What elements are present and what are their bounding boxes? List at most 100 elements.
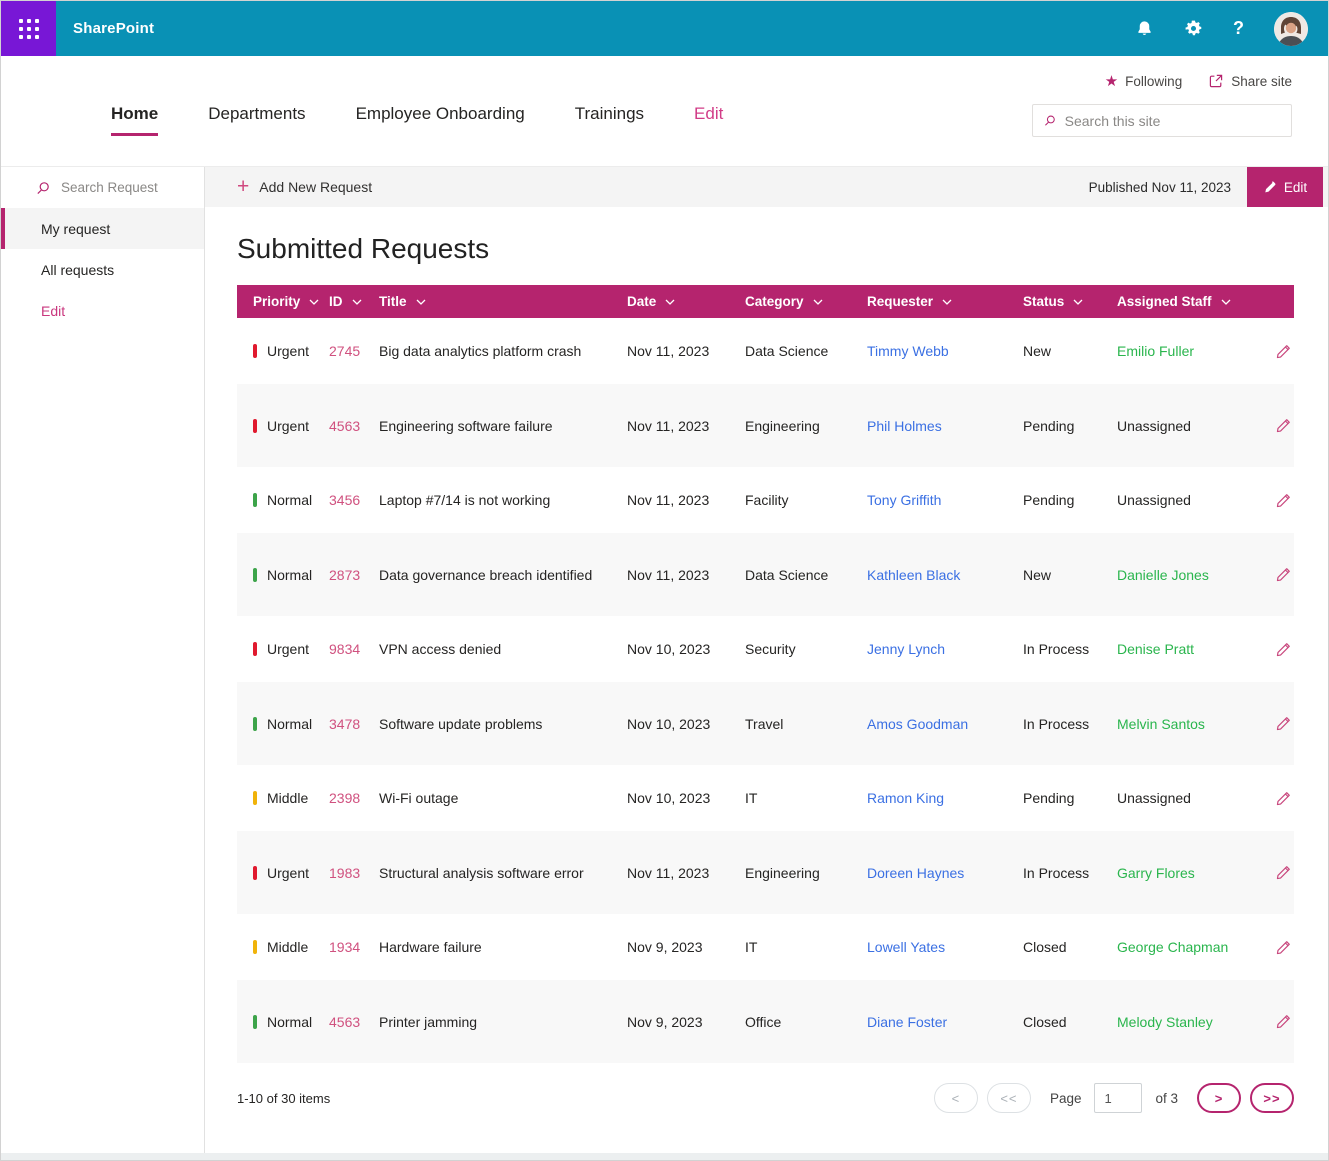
page-number-input[interactable] [1094, 1083, 1142, 1113]
request-date: Nov 10, 2023 [627, 716, 745, 732]
row-edit-button[interactable] [1265, 417, 1294, 434]
add-new-request-button[interactable]: + Add New Request [237, 178, 372, 197]
nav-item-edit[interactable]: Edit [694, 104, 723, 133]
row-edit-button[interactable] [1265, 1013, 1294, 1030]
table-row: Normal 3456 Laptop #7/14 is not working … [237, 467, 1294, 533]
prev-page-button[interactable]: < [934, 1083, 978, 1113]
request-category: Facility [745, 492, 867, 508]
column-header[interactable]: Assigned Staff [1117, 294, 1265, 309]
request-id-link[interactable]: 2398 [329, 790, 379, 806]
table-row: Middle 1934 Hardware failure Nov 9, 2023… [237, 914, 1294, 980]
sidebar-item-edit[interactable]: Edit [1, 290, 204, 331]
sidebar-item-all-requests[interactable]: All requests [1, 249, 204, 290]
request-category: Office [745, 1014, 867, 1030]
site-search-box[interactable] [1032, 104, 1292, 137]
row-edit-button[interactable] [1265, 790, 1294, 807]
site-navigation: Home Departments Employee Onboarding Tra… [111, 104, 723, 136]
requester-link[interactable]: Amos Goodman [867, 716, 1023, 732]
row-edit-button[interactable] [1265, 343, 1294, 360]
request-title: Laptop #7/14 is not working [379, 492, 627, 508]
column-header[interactable]: Priority [237, 294, 329, 309]
request-id-link[interactable]: 3456 [329, 492, 379, 508]
requester-link[interactable]: Diane Foster [867, 1014, 1023, 1030]
request-title: Hardware failure [379, 939, 627, 955]
request-category: Engineering [745, 865, 867, 881]
request-category: Engineering [745, 418, 867, 434]
star-icon: ★ [1105, 72, 1118, 90]
column-header[interactable]: Category [745, 294, 867, 309]
row-edit-button[interactable] [1265, 492, 1294, 509]
column-label: Date [627, 294, 656, 309]
plus-icon: + [237, 176, 249, 197]
requester-link[interactable]: Ramon King [867, 790, 1023, 806]
share-site-button[interactable]: Share site [1208, 73, 1292, 89]
nav-item-employee-onboarding[interactable]: Employee Onboarding [356, 104, 525, 133]
main-panel: + Add New Request Published Nov 11, 2023… [205, 167, 1328, 1153]
request-category: IT [745, 790, 867, 806]
sidebar-search-box[interactable]: Search Request [1, 167, 204, 208]
table-row: Urgent 9834 VPN access denied Nov 10, 20… [237, 616, 1294, 682]
priority-cell: Urgent [237, 865, 329, 881]
request-category: Data Science [745, 567, 867, 583]
requester-link[interactable]: Tony Griffith [867, 492, 1023, 508]
row-edit-button[interactable] [1265, 939, 1294, 956]
nav-item-departments[interactable]: Departments [208, 104, 305, 133]
requester-link[interactable]: Lowell Yates [867, 939, 1023, 955]
row-edit-button[interactable] [1265, 566, 1294, 583]
request-id-link[interactable]: 4563 [329, 418, 379, 434]
row-edit-button[interactable] [1265, 715, 1294, 732]
request-date: Nov 11, 2023 [627, 865, 745, 881]
following-button[interactable]: ★ Following [1105, 72, 1182, 90]
request-id-link[interactable]: 1934 [329, 939, 379, 955]
notifications-button[interactable] [1135, 19, 1154, 38]
request-date: Nov 10, 2023 [627, 641, 745, 657]
chevron-down-icon [665, 299, 675, 305]
app-launcher-button[interactable] [1, 1, 56, 56]
priority-indicator [253, 419, 257, 433]
first-page-button[interactable]: << [987, 1083, 1031, 1113]
last-page-button[interactable]: >> [1250, 1083, 1294, 1113]
request-id-link[interactable]: 2745 [329, 343, 379, 359]
requester-link[interactable]: Timmy Webb [867, 343, 1023, 359]
gear-icon [1184, 19, 1203, 38]
requester-link[interactable]: Phil Holmes [867, 418, 1023, 434]
next-page-button[interactable]: > [1197, 1083, 1241, 1113]
nav-item-home[interactable]: Home [111, 104, 158, 136]
requester-link[interactable]: Kathleen Black [867, 567, 1023, 583]
nav-item-trainings[interactable]: Trainings [575, 104, 644, 133]
requester-link[interactable]: Jenny Lynch [867, 641, 1023, 657]
chevron-down-icon [309, 299, 319, 305]
priority-label: Urgent [267, 343, 309, 359]
request-status: Pending [1023, 492, 1117, 508]
site-header: ★ Following Share site Home Departments … [1, 56, 1328, 166]
site-search-input[interactable] [1065, 113, 1281, 129]
column-header[interactable]: Date [627, 294, 745, 309]
column-header[interactable]: Requester [867, 294, 1023, 309]
column-header[interactable]: Title [379, 294, 627, 309]
request-id-link[interactable]: 2873 [329, 567, 379, 583]
pencil-icon [1275, 641, 1292, 658]
request-id-link[interactable]: 9834 [329, 641, 379, 657]
request-id-link[interactable]: 1983 [329, 865, 379, 881]
help-button[interactable]: ? [1233, 18, 1244, 39]
following-label: Following [1125, 74, 1182, 89]
request-id-link[interactable]: 3478 [329, 716, 379, 732]
request-date: Nov 11, 2023 [627, 343, 745, 359]
row-edit-button[interactable] [1265, 864, 1294, 881]
app-name: SharePoint [73, 20, 154, 37]
requester-link[interactable]: Doreen Haynes [867, 865, 1023, 881]
page-edit-button[interactable]: Edit [1247, 167, 1323, 207]
settings-button[interactable] [1184, 19, 1203, 38]
column-header[interactable]: Status [1023, 294, 1117, 309]
priority-indicator [253, 568, 257, 582]
row-edit-button[interactable] [1265, 641, 1294, 658]
column-header[interactable]: ID [329, 294, 379, 309]
published-status: Published Nov 11, 2023 [1089, 180, 1231, 195]
request-id-link[interactable]: 4563 [329, 1014, 379, 1030]
user-avatar[interactable] [1274, 12, 1308, 46]
sidebar-item-my-request[interactable]: My request [1, 208, 204, 249]
table-row: Middle 2398 Wi-Fi outage Nov 10, 2023 IT… [237, 765, 1294, 831]
request-title: Big data analytics platform crash [379, 343, 627, 359]
request-status: Closed [1023, 1014, 1117, 1030]
priority-cell: Normal [237, 492, 329, 508]
